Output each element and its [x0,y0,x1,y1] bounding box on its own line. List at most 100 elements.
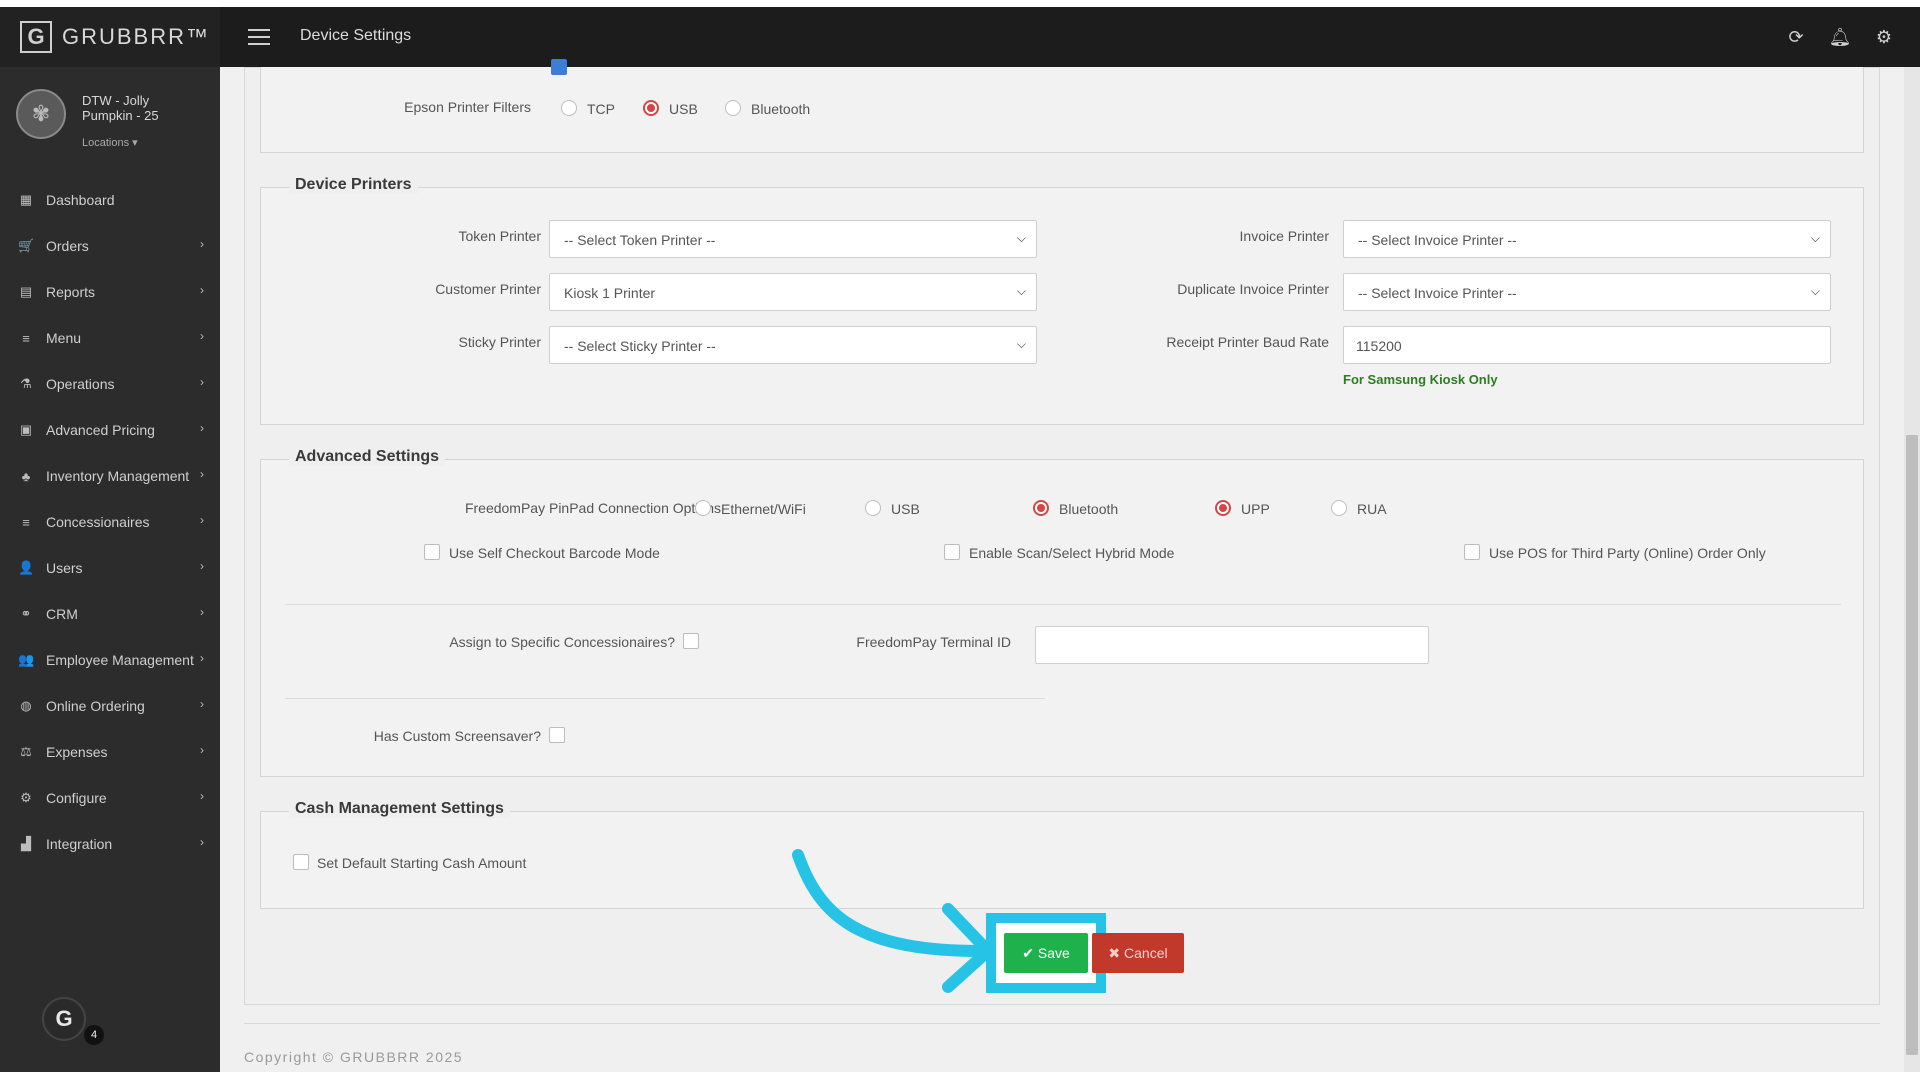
baud-rate-input[interactable]: 115200 [1343,326,1831,364]
sidebar-item-label: Expenses [46,744,108,760]
brand-name: GRUBBRR™ [62,24,211,49]
sidebar-item-inventory-management[interactable]: ♣ Inventory Management › [0,453,220,499]
sidebar-item-online-ordering[interactable]: ◍ Online Ordering › [0,683,220,729]
sidebar-item-label: Integration [46,836,113,852]
pinpad-ethernet-radio[interactable] [695,500,711,516]
device-printers-title: Device Printers [289,176,418,194]
chevron-right-icon: › [200,743,204,757]
self-checkout-checkbox[interactable] [424,544,440,560]
sidebar-item-label: Operations [46,376,115,392]
sidebar-item-advanced-pricing[interactable]: ▣ Advanced Pricing › [0,407,220,453]
gear-icon[interactable]: ⚙ [1862,27,1906,48]
list-icon: ≡ [22,330,30,346]
sidebar-item-users[interactable]: 👤 Users › [0,545,220,591]
assign-concessionaires-checkbox[interactable] [683,633,699,649]
sidebar-item-label: Menu [46,330,82,346]
sidebar-item-orders[interactable]: 🛒 Orders › [0,223,220,269]
footer-copyright: Copyright © GRUBBRR 2025 [244,1049,464,1065]
cash-management-title: Cash Management Settings [289,800,510,818]
sidebar-item-integration[interactable]: ▟ Integration › [0,821,220,867]
epson-usb-radio[interactable] [643,100,659,116]
link-icon: ⚭ [20,606,32,621]
sidebar: ✾ DTW - Jolly Pumpkin - 25 Locations ▾ ▦… [0,67,220,1072]
cancel-button[interactable]: ✖ Cancel [1092,933,1184,973]
bell-icon[interactable]: 🔔︎ [1818,27,1862,48]
hybrid-mode-checkbox[interactable] [944,544,960,560]
chevron-right-icon: › [200,835,204,849]
token-printer-select[interactable]: -- Select Token Printer -- ⌵ [549,220,1037,258]
pinpad-bluetooth-radio[interactable] [1033,500,1049,516]
locations-dropdown[interactable]: Locations ▾ [82,136,138,149]
sidebar-item-label: Dashboard [46,192,115,208]
flask-icon: ⚗ [20,376,32,391]
sidebar-item-configure[interactable]: ⚙ Configure › [0,775,220,821]
custom-screensaver-label: Has Custom Screensaver? [373,728,541,744]
brand[interactable]: G GRUBBRR™ [0,7,220,67]
pinpad-rua-radio[interactable] [1331,500,1347,516]
terminal-id-input[interactable] [1035,626,1429,664]
duplicate-invoice-printer-select[interactable]: -- Select Invoice Printer -- ⌵ [1343,273,1831,311]
chevron-right-icon: › [200,329,204,343]
save-button[interactable]: ✔ Save [1004,933,1088,973]
gear-icon: ⚙ [20,790,32,805]
sidebar-item-expenses[interactable]: ⚖ Expenses › [0,729,220,775]
sidebar-item-employee-management[interactable]: 👥 Employee Management › [0,637,220,683]
epson-bluetooth-radio[interactable] [725,100,741,116]
advanced-settings-section: Advanced Settings FreedomPay PinPad Conn… [260,448,1864,777]
hybrid-mode-label: Enable Scan/Select Hybrid Mode [969,545,1175,561]
epson-tcp-label: TCP [587,101,615,117]
customer-printer-select[interactable]: Kiosk 1 Printer ⌵ [549,273,1037,311]
chart-icon: ▟ [21,836,31,851]
globe-icon: ◍ [20,698,32,713]
divider [285,698,1045,699]
top-bar: G GRUBBRR™ Device Settings ⟳ 🔔︎ ⚙ [0,7,1920,67]
live-device-checkbox[interactable] [551,59,567,75]
sidebar-nav: ▦ Dashboard 🛒 Orders › ▤ Reports › ≡ Menu › ⚗ Operat… [0,177,220,867]
page-scrollbar[interactable] [1904,67,1920,1072]
g-widget-count: 4 [84,1025,104,1045]
chevron-right-icon: › [200,513,204,527]
g-widget-icon[interactable]: G [42,997,86,1041]
default-cash-label: Set Default Starting Cash Amount [317,855,527,871]
sidebar-item-concessionaires[interactable]: ≡ Concessionaires › [0,499,220,545]
self-checkout-label: Use Self Checkout Barcode Mode [449,545,660,561]
duplicate-invoice-printer-value: -- Select Invoice Printer -- [1358,285,1517,301]
chevron-right-icon: › [200,559,204,573]
sidebar-item-crm[interactable]: ⚭ CRM › [0,591,220,637]
money-icon: ▣ [19,422,33,437]
pinpad-bluetooth-label: Bluetooth [1059,501,1119,517]
pos-third-party-checkbox[interactable] [1464,544,1480,560]
chevron-down-icon: ⌵ [1016,337,1026,351]
hamburger-menu-icon[interactable] [248,29,270,45]
token-printer-label: Token Printer [458,228,541,244]
terminal-id-label: FreedomPay Terminal ID [856,634,1011,650]
sidebar-item-label: Inventory Management [46,468,190,484]
sticky-printer-label: Sticky Printer [458,334,541,350]
device-printers-section: Device Printers Token Printer -- Select … [260,176,1864,425]
sidebar-item-label: Online Ordering [46,698,145,714]
custom-screensaver-checkbox[interactable] [549,727,565,743]
pinpad-options-label: FreedomPay PinPad Connection Options [464,500,721,516]
pinpad-ethernet-label: Ethernet/WiFi [721,501,806,517]
epson-tcp-radio[interactable] [561,100,577,116]
refresh-icon[interactable]: ⟳ [1774,27,1818,48]
invoice-printer-select[interactable]: -- Select Invoice Printer -- ⌵ [1343,220,1831,258]
divider [285,604,1841,605]
chevron-right-icon: › [200,605,204,619]
sidebar-item-dashboard[interactable]: ▦ Dashboard [0,177,220,223]
grubbrr-logo-icon: G [20,21,52,53]
sidebar-item-operations[interactable]: ⚗ Operations › [0,361,220,407]
sidebar-item-menu[interactable]: ≡ Menu › [0,315,220,361]
default-cash-checkbox[interactable] [293,854,309,870]
avatar: ✾ [16,89,66,139]
pinpad-upp-radio[interactable] [1215,500,1231,516]
scrollbar-thumb[interactable] [1906,435,1918,1055]
chevron-right-icon: › [200,697,204,711]
sticky-printer-select[interactable]: -- Select Sticky Printer -- ⌵ [549,326,1037,364]
profile-block: ✾ DTW - Jolly Pumpkin - 25 Locations ▾ [16,89,216,159]
pinpad-usb-radio[interactable] [865,500,881,516]
token-printer-value: -- Select Token Printer -- [564,232,716,248]
device-info-section: Epson Printer Filters TCP USB Bluetooth [260,59,1864,153]
sidebar-item-reports[interactable]: ▤ Reports › [0,269,220,315]
chevron-right-icon: › [200,651,204,665]
